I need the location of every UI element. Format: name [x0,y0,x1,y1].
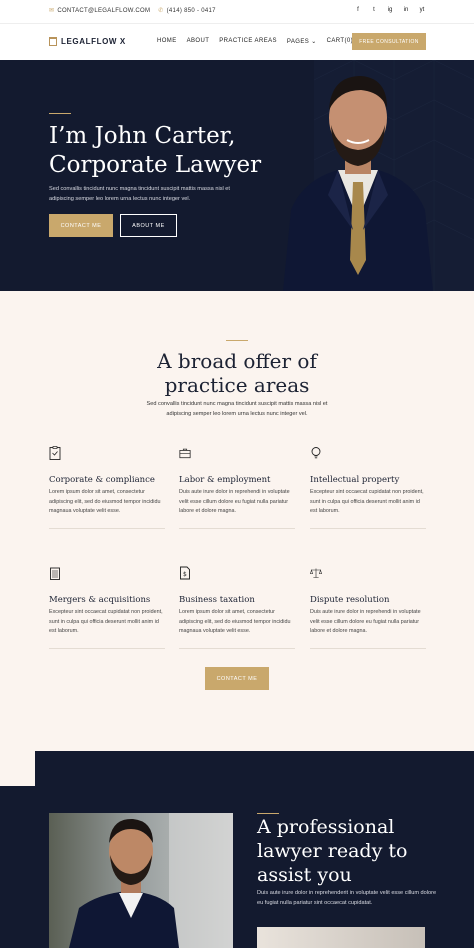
mail-icon: ✉ [49,8,55,14]
practice-card-ip[interactable]: Intellectual property Excepteur sint occ… [310,446,426,529]
about-text: Duis aute irure dolor in reprehenderit i… [257,890,437,906]
practice-card-corporate[interactable]: Corporate & compliance Lorem ipsum dolor… [49,446,165,529]
document-dollar-icon: $ [180,566,190,580]
about-me-button[interactable]: ABOUT ME [120,214,177,237]
lightbulb-icon [311,447,321,459]
nav-item-pages[interactable]: PAGES ⌄ [287,38,317,45]
nav-item-about[interactable]: ABOUT [187,38,210,45]
email-link[interactable]: ✉ CONTACT@LEGALFLOW.COM [49,7,150,15]
about-corner-block [0,751,35,786]
nav-item-home[interactable]: HOME [157,38,177,45]
about-left-strip [0,786,35,948]
card-divider [310,648,426,649]
facebook-icon[interactable]: f [354,7,362,13]
practice-card-labor[interactable]: Labor & employment Duis aute irure dolor… [179,446,295,529]
contact-info: ✉ CONTACT@LEGALFLOW.COM ✆ (414) 850 - 0417 [49,7,216,15]
practice-card-dispute[interactable]: Dispute resolution Duis aute irure dolor… [310,566,426,649]
practice-contact-button[interactable]: CONTACT ME [205,667,269,690]
briefcase-icon [179,448,191,459]
free-consultation-button[interactable]: FREE CONSULTATION [352,33,426,50]
linkedin-icon[interactable]: in [402,7,410,13]
card-divider [49,648,165,649]
office-image-preview [257,927,425,948]
nav-item-practice-areas[interactable]: PRACTICE AREAS [219,38,277,45]
twitter-icon[interactable]: t [370,7,378,13]
practice-card-mergers[interactable]: Mergers & acquisitions Excepteur sint oc… [49,566,165,649]
lawyer-portrait [283,76,433,291]
main-nav: LEGALFLOW X HOME ABOUT PRACTICE AREAS PA… [0,24,474,60]
card-divider [49,528,165,529]
practice-areas-section: A broad offer of practice areas Sed conv… [0,291,474,751]
hero-accent-line [49,113,71,114]
practice-lead: Sed convallis tincidunt nunc magna tinci… [146,401,328,417]
nav-item-cart[interactable]: CART(0) [327,38,353,45]
phone-icon: ✆ [158,8,164,14]
building-icon [50,567,60,580]
nav-menu: HOME ABOUT PRACTICE AREAS PAGES ⌄ CART(0… [157,38,353,45]
lawyer-photo-office [49,813,233,948]
instagram-icon[interactable]: ig [386,7,394,13]
about-title: A professional lawyer ready to assist yo… [257,816,408,886]
practice-card-taxation[interactable]: $ Business taxation Lorem ipsum dolor si… [179,566,295,649]
pillar-logo-icon [49,37,57,46]
hero-title: I’m John Carter, Corporate Lawyer [49,123,262,178]
clipboard-icon [49,446,61,460]
top-bar: ✉ CONTACT@LEGALFLOW.COM ✆ (414) 850 - 0417… [0,0,474,24]
social-links: f t ig in yt [354,7,426,13]
chevron-down-icon: ⌄ [311,39,317,45]
youtube-icon[interactable]: yt [418,7,426,13]
svg-text:$: $ [183,571,187,578]
contact-me-button[interactable]: CONTACT ME [49,214,113,237]
scales-icon [310,568,322,578]
card-divider [179,528,295,529]
about-accent-line [257,813,279,814]
hero-text: Sed convallis tincidunt nunc magna tinci… [49,186,230,202]
card-divider [179,648,295,649]
practice-title: A broad offer of practice areas [157,349,317,397]
practice-accent-line [226,340,248,341]
logo[interactable]: LEGALFLOW X [49,37,126,46]
card-divider [310,528,426,529]
phone-link[interactable]: ✆ (414) 850 - 0417 [158,7,216,15]
